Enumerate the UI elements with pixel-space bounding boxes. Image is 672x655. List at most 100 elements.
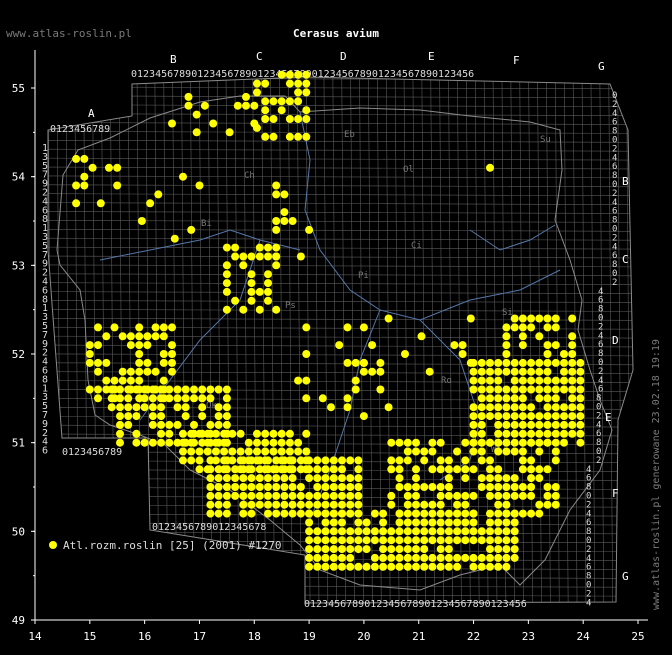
occurrence-point xyxy=(568,412,577,421)
occurrence-point xyxy=(126,376,135,385)
grid-line-horizontal xyxy=(48,157,633,161)
occurrence-point xyxy=(469,429,478,438)
occurrence-point xyxy=(412,527,420,536)
occurrence-point xyxy=(157,394,166,403)
occurrence-point xyxy=(280,456,289,465)
occurrence-point xyxy=(379,545,388,554)
occurrence-point xyxy=(469,385,478,394)
occurrence-point xyxy=(362,518,371,527)
occurrence-point xyxy=(272,181,281,190)
occurrence-point xyxy=(551,376,560,385)
occurrence-point xyxy=(359,412,368,421)
occurrence-point xyxy=(436,562,445,571)
occurrence-point xyxy=(250,119,259,128)
occurrence-point xyxy=(494,447,503,456)
occurrence-point xyxy=(354,500,363,509)
occurrence-point xyxy=(518,438,527,447)
occurrence-point xyxy=(543,394,552,403)
x-axis-tick-label: 19 xyxy=(302,630,315,643)
occurrence-point xyxy=(214,483,223,491)
occurrence-point xyxy=(220,447,229,456)
occurrence-point xyxy=(477,358,486,367)
occurrence-point xyxy=(379,536,388,545)
occurrence-point xyxy=(264,500,272,509)
occurrence-point xyxy=(231,474,240,483)
occurrence-point xyxy=(272,456,281,465)
occurrence-point xyxy=(461,456,470,465)
occurrence-point xyxy=(551,314,560,323)
occurrence-point xyxy=(560,438,568,447)
grid-digit-strip: 0123456789012345678 xyxy=(152,522,266,533)
occurrence-point xyxy=(535,420,544,429)
occurrence-point xyxy=(321,491,330,500)
occurrence-point xyxy=(338,553,346,562)
occurrence-point xyxy=(72,199,81,208)
occurrence-point xyxy=(277,429,286,438)
occurrence-point xyxy=(296,509,305,518)
occurrence-point xyxy=(225,128,234,137)
occurrence-point xyxy=(466,314,475,323)
occurrence-point xyxy=(220,438,229,447)
occurrence-point xyxy=(313,509,322,518)
x-axis-tick-label: 15 xyxy=(83,630,96,643)
occurrence-point xyxy=(401,350,409,358)
occurrence-point xyxy=(510,394,519,403)
occurrence-point xyxy=(428,518,437,527)
occurrence-point xyxy=(94,358,102,367)
occurrence-point xyxy=(305,545,314,554)
occurrence-point xyxy=(568,332,577,341)
occurrence-point xyxy=(387,491,396,500)
occurrence-point xyxy=(329,545,338,554)
occurrence-point xyxy=(255,456,264,465)
occurrence-point xyxy=(269,97,278,106)
occurrence-point xyxy=(157,385,166,394)
occurrence-point xyxy=(543,491,552,500)
occurrence-point xyxy=(535,332,544,341)
occurrence-point xyxy=(510,429,519,438)
occurrence-point xyxy=(346,456,355,465)
occurrence-point xyxy=(403,562,412,571)
occurrence-point xyxy=(313,474,322,483)
occurrence-point xyxy=(343,394,352,403)
occurrence-point xyxy=(195,456,204,465)
occurrence-point xyxy=(535,429,544,438)
occurrence-point xyxy=(165,394,174,403)
generation-note: www.atlas-roslin.pl generowane 23.02.18 … xyxy=(651,330,663,610)
occurrence-point xyxy=(124,394,133,403)
occurrence-point xyxy=(179,429,187,438)
occurrence-point xyxy=(280,190,289,199)
occurrence-point xyxy=(329,562,338,571)
occurrence-point xyxy=(518,367,527,376)
occurrence-point xyxy=(159,350,168,358)
occurrence-point xyxy=(494,438,503,447)
occurrence-point xyxy=(453,509,462,518)
occurrence-point xyxy=(444,509,453,518)
occurrence-point xyxy=(338,465,346,474)
occurrence-point xyxy=(195,181,204,190)
occurrence-point xyxy=(436,536,445,545)
occurrence-point xyxy=(302,132,311,141)
distribution-map: SuEbOlChBiCiPiPsSiRoOkWiABCDEFG012345678… xyxy=(12,50,648,643)
occurrence-point xyxy=(305,527,314,536)
occurrence-point xyxy=(551,412,560,421)
occurrence-point xyxy=(502,438,511,447)
occurrence-point xyxy=(214,474,223,483)
occurrence-point xyxy=(222,412,231,421)
occurrence-point xyxy=(346,474,355,483)
occurrence-point xyxy=(502,553,511,562)
occurrence-point xyxy=(247,279,256,288)
occurrence-point xyxy=(173,385,182,394)
occurrence-point xyxy=(118,367,127,376)
occurrence-point xyxy=(477,562,486,571)
occurrence-point xyxy=(222,385,231,394)
occurrence-point xyxy=(428,509,437,518)
occurrence-point xyxy=(140,394,149,403)
occurrence-point xyxy=(502,474,511,483)
occurrence-point xyxy=(354,483,363,491)
occurrence-point xyxy=(305,500,314,509)
occurrence-point xyxy=(329,474,338,483)
grid-row-letter: C xyxy=(622,253,629,266)
occurrence-point xyxy=(576,385,585,394)
occurrence-point xyxy=(288,509,297,518)
occurrence-point xyxy=(354,456,363,465)
